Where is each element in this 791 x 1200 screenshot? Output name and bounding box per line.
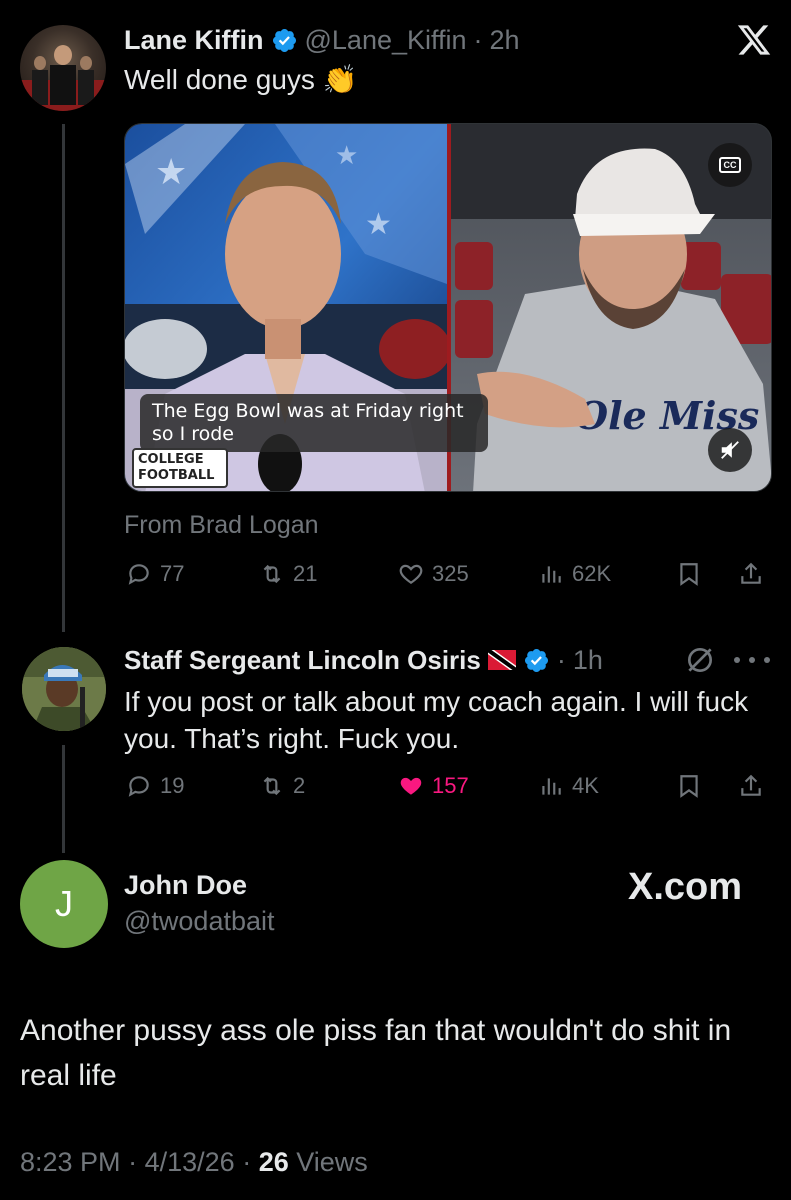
- grok-icon[interactable]: [684, 644, 716, 676]
- repost-button[interactable]: 21: [259, 561, 317, 587]
- tweet3-text: Another pussy ass ole piss fan that woul…: [20, 1014, 732, 1092]
- avatar-john-doe[interactable]: J: [20, 860, 108, 948]
- like-count: 157: [432, 773, 469, 798]
- reply-count: 19: [160, 773, 185, 798]
- reply-icon: [128, 564, 149, 585]
- video-caption: The Egg Bowl was at Friday right so I ro…: [140, 394, 488, 452]
- views-count: 26: [258, 1147, 289, 1177]
- reply-count: 77: [160, 561, 185, 586]
- tweet2-text: If you post or talk about my coach again…: [124, 686, 749, 754]
- from-label[interactable]: From Brad Logan: [124, 511, 319, 540]
- tweet-text: Well done guys: [124, 64, 315, 95]
- cc-icon: CC: [719, 157, 741, 173]
- verified-icon: [271, 27, 298, 54]
- svg-text:★: ★: [365, 207, 392, 242]
- share-icon: [741, 774, 761, 796]
- x-logo-icon[interactable]: [735, 22, 773, 58]
- tweet-time[interactable]: 1h: [573, 645, 603, 676]
- views-icon: [542, 566, 561, 583]
- tweet-time[interactable]: 8:23 PM: [20, 1147, 121, 1177]
- tweet3-meta: 8:23 PM · 4/13/26 · 26 Views: [20, 1147, 368, 1178]
- author-name[interactable]: John Doe: [124, 870, 247, 901]
- more-icon[interactable]: [734, 648, 770, 672]
- author-name[interactable]: Lane Kiffin: [124, 25, 264, 56]
- like-icon: [400, 777, 422, 795]
- reply-icon: [128, 776, 149, 797]
- bookmark-button[interactable]: [676, 773, 702, 799]
- dot-separator: ·: [556, 644, 566, 675]
- bookmark-icon: [680, 563, 698, 586]
- author-handle[interactable]: @twodatbait: [124, 906, 275, 937]
- like-icon: [399, 564, 423, 584]
- tweet2-header: Staff Sergeant Lincoln Osiris · 1h: [124, 642, 603, 678]
- reply-button[interactable]: 77: [126, 561, 184, 587]
- avatar-lincoln-osiris[interactable]: [22, 647, 106, 731]
- tweet1-text: Well done guys 👏: [124, 61, 358, 98]
- repost-count: 21: [293, 561, 318, 586]
- flag-icon: [487, 650, 516, 670]
- clapping-emoji: 👏: [322, 64, 358, 95]
- dot-separator: ·: [128, 1147, 145, 1177]
- views-count: 4K: [572, 773, 599, 798]
- tweet-time[interactable]: 2h: [490, 25, 520, 56]
- dot-separator: ·: [473, 24, 483, 55]
- like-button[interactable]: 325: [398, 561, 469, 587]
- repost-icon: [263, 776, 281, 796]
- college-football-overlay: COLLEGE FOOTBALL: [132, 448, 228, 488]
- reply-button[interactable]: 19: [126, 773, 184, 799]
- repost-button[interactable]: 2: [259, 773, 305, 799]
- svg-text:★: ★: [335, 141, 358, 171]
- like-button[interactable]: 157: [398, 773, 469, 799]
- mute-button[interactable]: [708, 428, 752, 472]
- avatar-letter: J: [55, 883, 73, 924]
- x-com-brand[interactable]: X.com: [628, 866, 742, 909]
- like-count: 325: [432, 561, 469, 586]
- bookmark-button[interactable]: [676, 561, 702, 587]
- views-button[interactable]: 4K: [538, 773, 599, 799]
- share-button[interactable]: [738, 773, 764, 799]
- bookmark-icon: [680, 775, 698, 798]
- repost-icon: [263, 564, 281, 584]
- thread-line: [62, 745, 65, 853]
- dot-separator: ·: [242, 1147, 259, 1177]
- author-handle[interactable]: @Lane_Kiffin: [305, 25, 467, 56]
- svg-text:★: ★: [155, 152, 187, 193]
- mute-icon: [721, 441, 739, 459]
- tweet-date[interactable]: 4/13/26: [145, 1147, 235, 1177]
- author-name[interactable]: Staff Sergeant Lincoln Osiris: [124, 645, 481, 676]
- cc-button[interactable]: CC: [708, 143, 752, 187]
- repost-count: 2: [293, 773, 306, 798]
- verified-icon: [523, 647, 550, 674]
- thread-line: [62, 124, 65, 632]
- overlay-brand: COLLEGE FOOTBALL: [138, 452, 215, 483]
- views-button[interactable]: 62K: [538, 561, 611, 587]
- x-com-label: X.com: [628, 866, 743, 908]
- share-icon: [741, 562, 761, 584]
- avatar-lane-kiffin[interactable]: [20, 25, 106, 111]
- screenshot-root: Lane Kiffin @Lane_Kiffin · 2h Well done …: [0, 0, 791, 1200]
- views-count: 62K: [572, 561, 612, 586]
- views-label: Views: [296, 1147, 368, 1177]
- share-button[interactable]: [738, 561, 764, 587]
- views-icon: [542, 778, 561, 795]
- tweet1-header: Lane Kiffin @Lane_Kiffin · 2h: [124, 22, 520, 58]
